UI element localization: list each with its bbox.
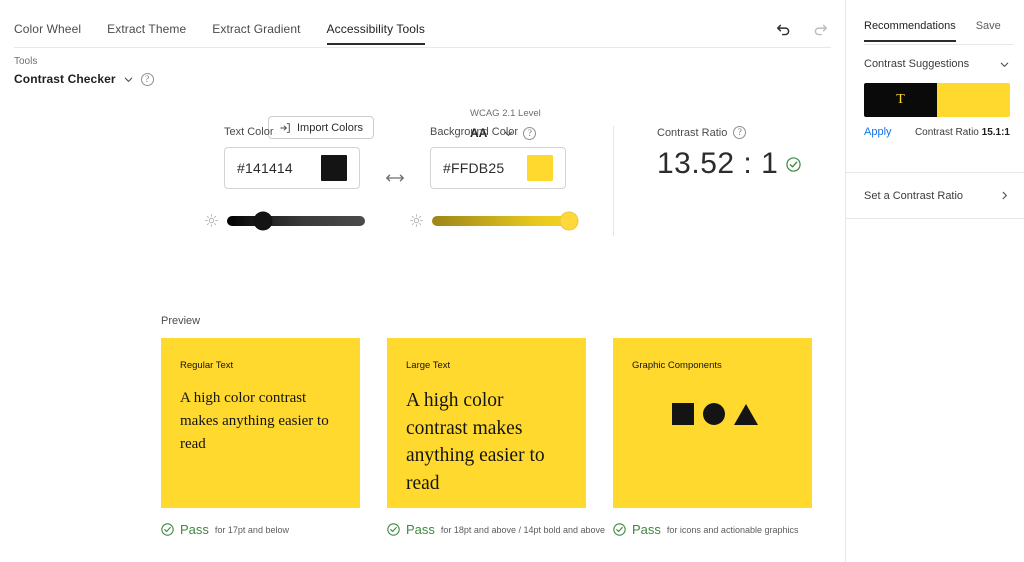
suggestion-swatch-wrap: T [846, 70, 1024, 117]
background-brightness-slider-row [410, 211, 579, 230]
tab-extract-theme[interactable]: Extract Theme [107, 22, 186, 45]
text-color-hex-value: #141414 [237, 160, 293, 176]
contrast-ratio-block: Contrast Ratio ? 13.52 : 1 [657, 126, 801, 181]
editor-divider [613, 126, 614, 236]
preview-caption: Preview [161, 315, 201, 327]
text-brightness-slider-row [205, 211, 365, 230]
square-icon [672, 403, 694, 425]
result-note: for 18pt and above / 14pt bold and above [440, 524, 606, 535]
preview-cards: Regular Text A high color contrast makes… [161, 338, 812, 508]
preview-card-body: A high color contrast makes anything eas… [180, 390, 329, 452]
preview-card-body: A high color contrast makes anything eas… [406, 390, 545, 495]
background-color-group: Background Color #FFDB25 [430, 126, 566, 189]
result-status: Pass [180, 522, 209, 537]
preview-card-large-text: Large Text A high color contrast makes a… [387, 338, 586, 508]
chevron-down-icon[interactable] [123, 74, 134, 85]
check-circle-icon [161, 523, 174, 536]
result-status: Pass [632, 522, 661, 537]
sidebar-tab-save[interactable]: Save [976, 20, 1001, 42]
preview-results: Pass for 17pt and below Pass for 18pt an… [161, 522, 812, 537]
suggestion-ratio: Contrast Ratio 15.1:1 [915, 127, 1010, 138]
result-status: Pass [406, 522, 435, 537]
contrast-ratio-help-icon[interactable]: ? [733, 126, 747, 139]
sidebar-tab-bar: Recommendations Save [846, 0, 1024, 42]
brightness-icon [205, 214, 218, 227]
background-brightness-slider-handle[interactable] [559, 211, 579, 230]
brightness-icon [410, 214, 423, 227]
tools-help-icon[interactable]: ? [140, 72, 154, 86]
background-brightness-slider[interactable] [432, 211, 579, 230]
contrast-suggestions-title: Contrast Suggestions [864, 58, 970, 70]
chevron-down-icon[interactable] [999, 59, 1010, 70]
graphic-shapes [672, 403, 793, 425]
top-tab-bar: Color Wheel Extract Theme Extract Gradie… [0, 0, 845, 48]
swap-horizontal-icon[interactable] [385, 171, 405, 185]
text-color-group: Text Color #141414 [224, 126, 360, 189]
suggestion-ratio-label: Contrast Ratio [914, 126, 979, 138]
suggestion-ratio-value: 15.1:1 [981, 126, 1010, 138]
suggestion-swatch-foreground: T [864, 83, 937, 117]
result-note: for icons and actionable graphics [666, 524, 799, 535]
chevron-right-icon[interactable] [999, 190, 1010, 201]
wcag-caption: WCAG 2.1 Level [470, 108, 541, 119]
contrast-suggestions-header[interactable]: Contrast Suggestions [846, 42, 1024, 70]
sidebar-tab-divider [864, 44, 1014, 45]
background-color-hex-value: #FFDB25 [443, 160, 505, 176]
redo-icon[interactable] [811, 20, 829, 38]
sidebar-tab-recommendations[interactable]: Recommendations [864, 20, 956, 42]
text-color-input[interactable]: #141414 [224, 147, 360, 189]
tab-color-wheel[interactable]: Color Wheel [14, 22, 81, 45]
result-regular-text: Pass for 17pt and below [161, 522, 360, 537]
color-editor: Text Color #141414 Background Color #FFD… [0, 126, 845, 276]
check-circle-icon [613, 523, 626, 536]
tab-extract-gradient[interactable]: Extract Gradient [212, 22, 300, 45]
background-color-input[interactable]: #FFDB25 [430, 147, 566, 189]
tab-accessibility-tools[interactable]: Accessibility Tools [326, 22, 426, 45]
text-brightness-slider[interactable] [227, 211, 365, 230]
set-contrast-ratio-row[interactable]: Set a Contrast Ratio [846, 173, 1024, 218]
tools-caption: Tools [14, 56, 38, 67]
text-brightness-slider-handle[interactable] [253, 211, 273, 230]
preview-card-kind: Regular Text [180, 360, 234, 371]
background-color-swatch[interactable] [527, 155, 553, 181]
circle-icon [703, 403, 725, 425]
result-note: for 17pt and below [214, 524, 289, 535]
preview-card-regular-text: Regular Text A high color contrast makes… [161, 338, 360, 508]
background-color-label: Background Color [430, 126, 519, 138]
preview-card-kind: Graphic Components [632, 360, 722, 371]
undo-icon[interactable] [775, 20, 793, 38]
suggestion-swatch[interactable]: T [864, 83, 1010, 117]
tools-row: Tools Contrast Checker ? Import Colors W… [0, 48, 845, 140]
suggestion-swatch-background [937, 83, 1010, 117]
suggestion-meta: Apply Contrast Ratio 15.1:1 [846, 117, 1024, 138]
result-graphic-components: Pass for icons and actionable graphics [613, 522, 812, 537]
text-color-label: Text Color [224, 126, 274, 138]
text-color-swatch[interactable] [321, 155, 347, 181]
result-large-text: Pass for 18pt and above / 14pt bold and … [387, 522, 605, 537]
tools-selector: Tools Contrast Checker ? [14, 56, 154, 86]
check-circle-icon [786, 156, 801, 172]
recommendations-sidebar: Recommendations Save Contrast Suggestion… [845, 0, 1024, 562]
preview-card-kind: Large Text [406, 360, 451, 371]
preview-card-graphic-components: Graphic Components [613, 338, 812, 508]
history-buttons [775, 20, 829, 38]
tools-selected-value[interactable]: Contrast Checker [14, 72, 116, 86]
sidebar-section-divider-bottom [846, 218, 1024, 219]
contrast-checker-app: Color Wheel Extract Theme Extract Gradie… [0, 0, 1024, 562]
contrast-ratio-value: 13.52 : 1 [657, 147, 779, 180]
set-contrast-ratio-label: Set a Contrast Ratio [864, 189, 964, 202]
check-circle-icon [387, 523, 400, 536]
main-panel: Color Wheel Extract Theme Extract Gradie… [0, 0, 845, 562]
apply-suggestion-link[interactable]: Apply [864, 126, 892, 138]
contrast-ratio-label: Contrast Ratio [657, 126, 728, 139]
triangle-icon [734, 404, 758, 425]
